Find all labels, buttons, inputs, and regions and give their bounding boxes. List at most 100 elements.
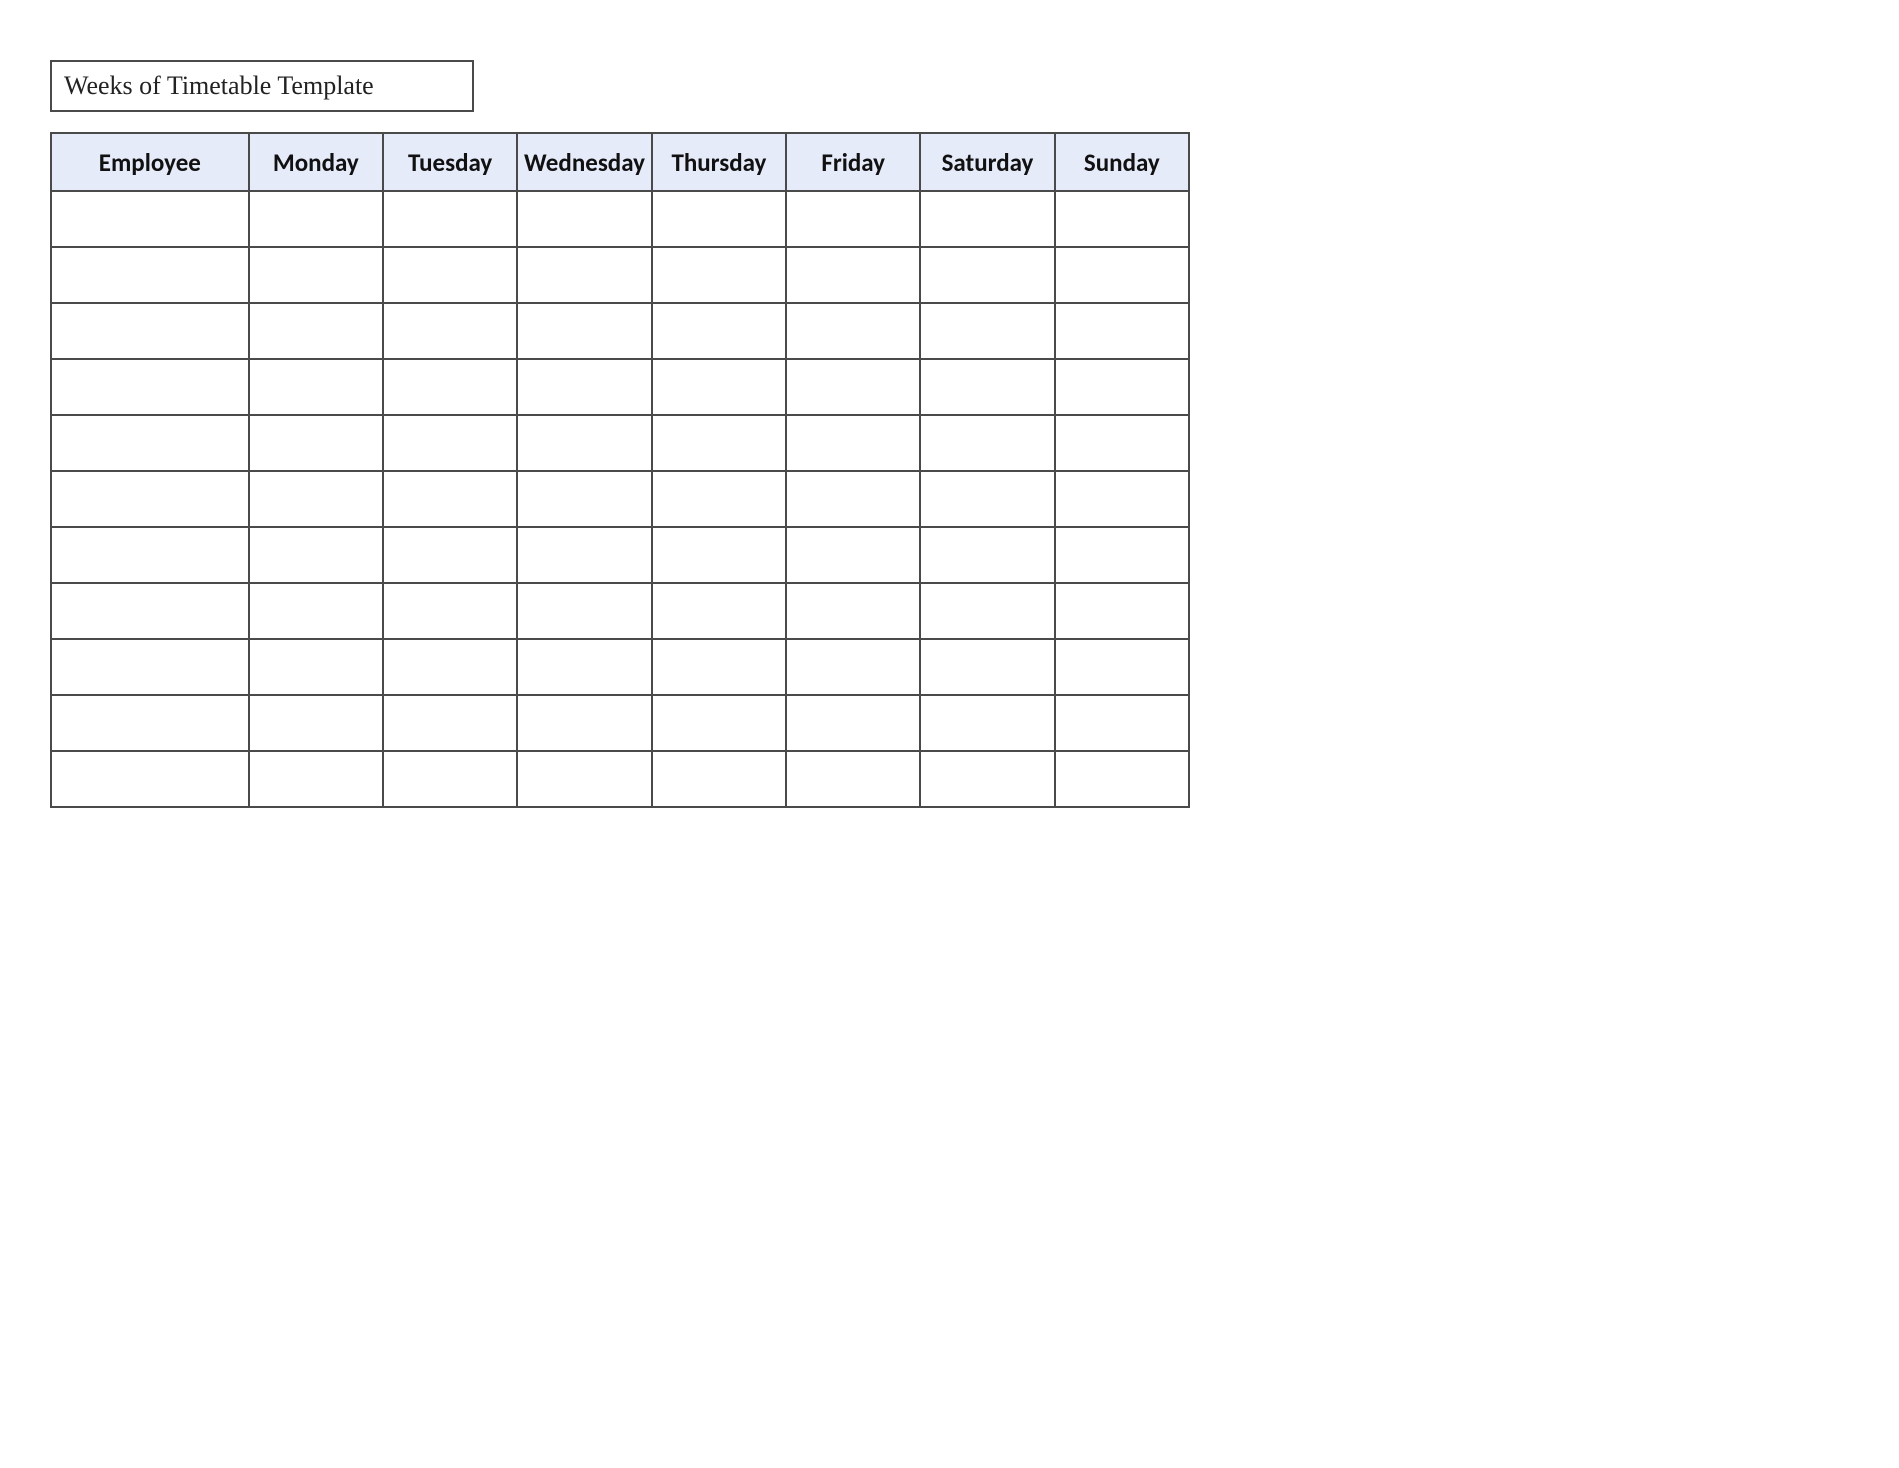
table-cell (249, 471, 383, 527)
table-cell (786, 471, 920, 527)
table-cell (383, 303, 517, 359)
table-cell (786, 247, 920, 303)
table-cell (517, 751, 651, 807)
table-cell (786, 415, 920, 471)
col-header-friday: Friday (786, 133, 920, 191)
table-cell (920, 639, 1054, 695)
table-cell (786, 639, 920, 695)
table-row (51, 359, 1189, 415)
table-cell (51, 751, 249, 807)
table-row (51, 583, 1189, 639)
title-box: Weeks of Timetable Template (50, 60, 474, 112)
table-cell (920, 415, 1054, 471)
table-row (51, 527, 1189, 583)
table-cell (517, 695, 651, 751)
table-cell (249, 695, 383, 751)
page-title: Weeks of Timetable Template (64, 71, 374, 101)
col-header-employee: Employee (51, 133, 249, 191)
table-cell (786, 359, 920, 415)
col-header-tuesday: Tuesday (383, 133, 517, 191)
table-cell (786, 695, 920, 751)
table-cell (51, 303, 249, 359)
table-row (51, 415, 1189, 471)
table-cell (51, 527, 249, 583)
table-cell (920, 583, 1054, 639)
table-cell (249, 415, 383, 471)
col-header-monday: Monday (249, 133, 383, 191)
table-cell (652, 415, 786, 471)
table-cell (1055, 639, 1189, 695)
col-header-saturday: Saturday (920, 133, 1054, 191)
col-header-sunday: Sunday (1055, 133, 1189, 191)
table-cell (249, 527, 383, 583)
table-cell (786, 527, 920, 583)
table-cell (1055, 583, 1189, 639)
table-cell (517, 415, 651, 471)
table-row (51, 191, 1189, 247)
table-cell (786, 583, 920, 639)
table-cell (383, 359, 517, 415)
table-cell (652, 527, 786, 583)
table-cell (920, 471, 1054, 527)
table-row (51, 247, 1189, 303)
table-cell (920, 191, 1054, 247)
table-cell (51, 191, 249, 247)
table-cell (652, 583, 786, 639)
table-cell (1055, 303, 1189, 359)
table-cell (249, 191, 383, 247)
table-cell (249, 751, 383, 807)
table-row (51, 303, 1189, 359)
table-cell (249, 303, 383, 359)
table-cell (1055, 527, 1189, 583)
timetable-body (51, 191, 1189, 807)
table-cell (51, 359, 249, 415)
table-cell (920, 527, 1054, 583)
table-cell (517, 583, 651, 639)
table-cell (51, 471, 249, 527)
table-cell (51, 247, 249, 303)
table-cell (920, 247, 1054, 303)
table-row (51, 639, 1189, 695)
table-cell (786, 303, 920, 359)
table-row (51, 471, 1189, 527)
page: Weeks of Timetable Template Employee Mon… (0, 0, 1899, 1468)
table-cell (652, 247, 786, 303)
table-cell (517, 247, 651, 303)
table-cell (1055, 471, 1189, 527)
table-cell (51, 695, 249, 751)
table-cell (652, 191, 786, 247)
table-cell (652, 471, 786, 527)
table-cell (51, 583, 249, 639)
table-cell (517, 527, 651, 583)
table-cell (1055, 247, 1189, 303)
col-header-wednesday: Wednesday (517, 133, 651, 191)
table-cell (51, 639, 249, 695)
table-cell (383, 471, 517, 527)
table-cell (652, 695, 786, 751)
table-cell (383, 751, 517, 807)
table-cell (920, 303, 1054, 359)
table-cell (383, 247, 517, 303)
table-row (51, 695, 1189, 751)
table-cell (249, 639, 383, 695)
table-cell (1055, 359, 1189, 415)
col-header-thursday: Thursday (652, 133, 786, 191)
table-cell (249, 247, 383, 303)
table-cell (1055, 415, 1189, 471)
table-cell (652, 359, 786, 415)
header-row: Employee Monday Tuesday Wednesday Thursd… (51, 133, 1189, 191)
table-cell (1055, 191, 1189, 247)
table-cell (1055, 751, 1189, 807)
table-cell (51, 415, 249, 471)
table-cell (517, 639, 651, 695)
table-cell (652, 751, 786, 807)
table-cell (249, 359, 383, 415)
table-cell (652, 303, 786, 359)
table-cell (383, 191, 517, 247)
table-cell (383, 527, 517, 583)
table-cell (517, 191, 651, 247)
table-cell (786, 751, 920, 807)
timetable: Employee Monday Tuesday Wednesday Thursd… (50, 132, 1190, 808)
table-cell (920, 751, 1054, 807)
table-cell (383, 695, 517, 751)
